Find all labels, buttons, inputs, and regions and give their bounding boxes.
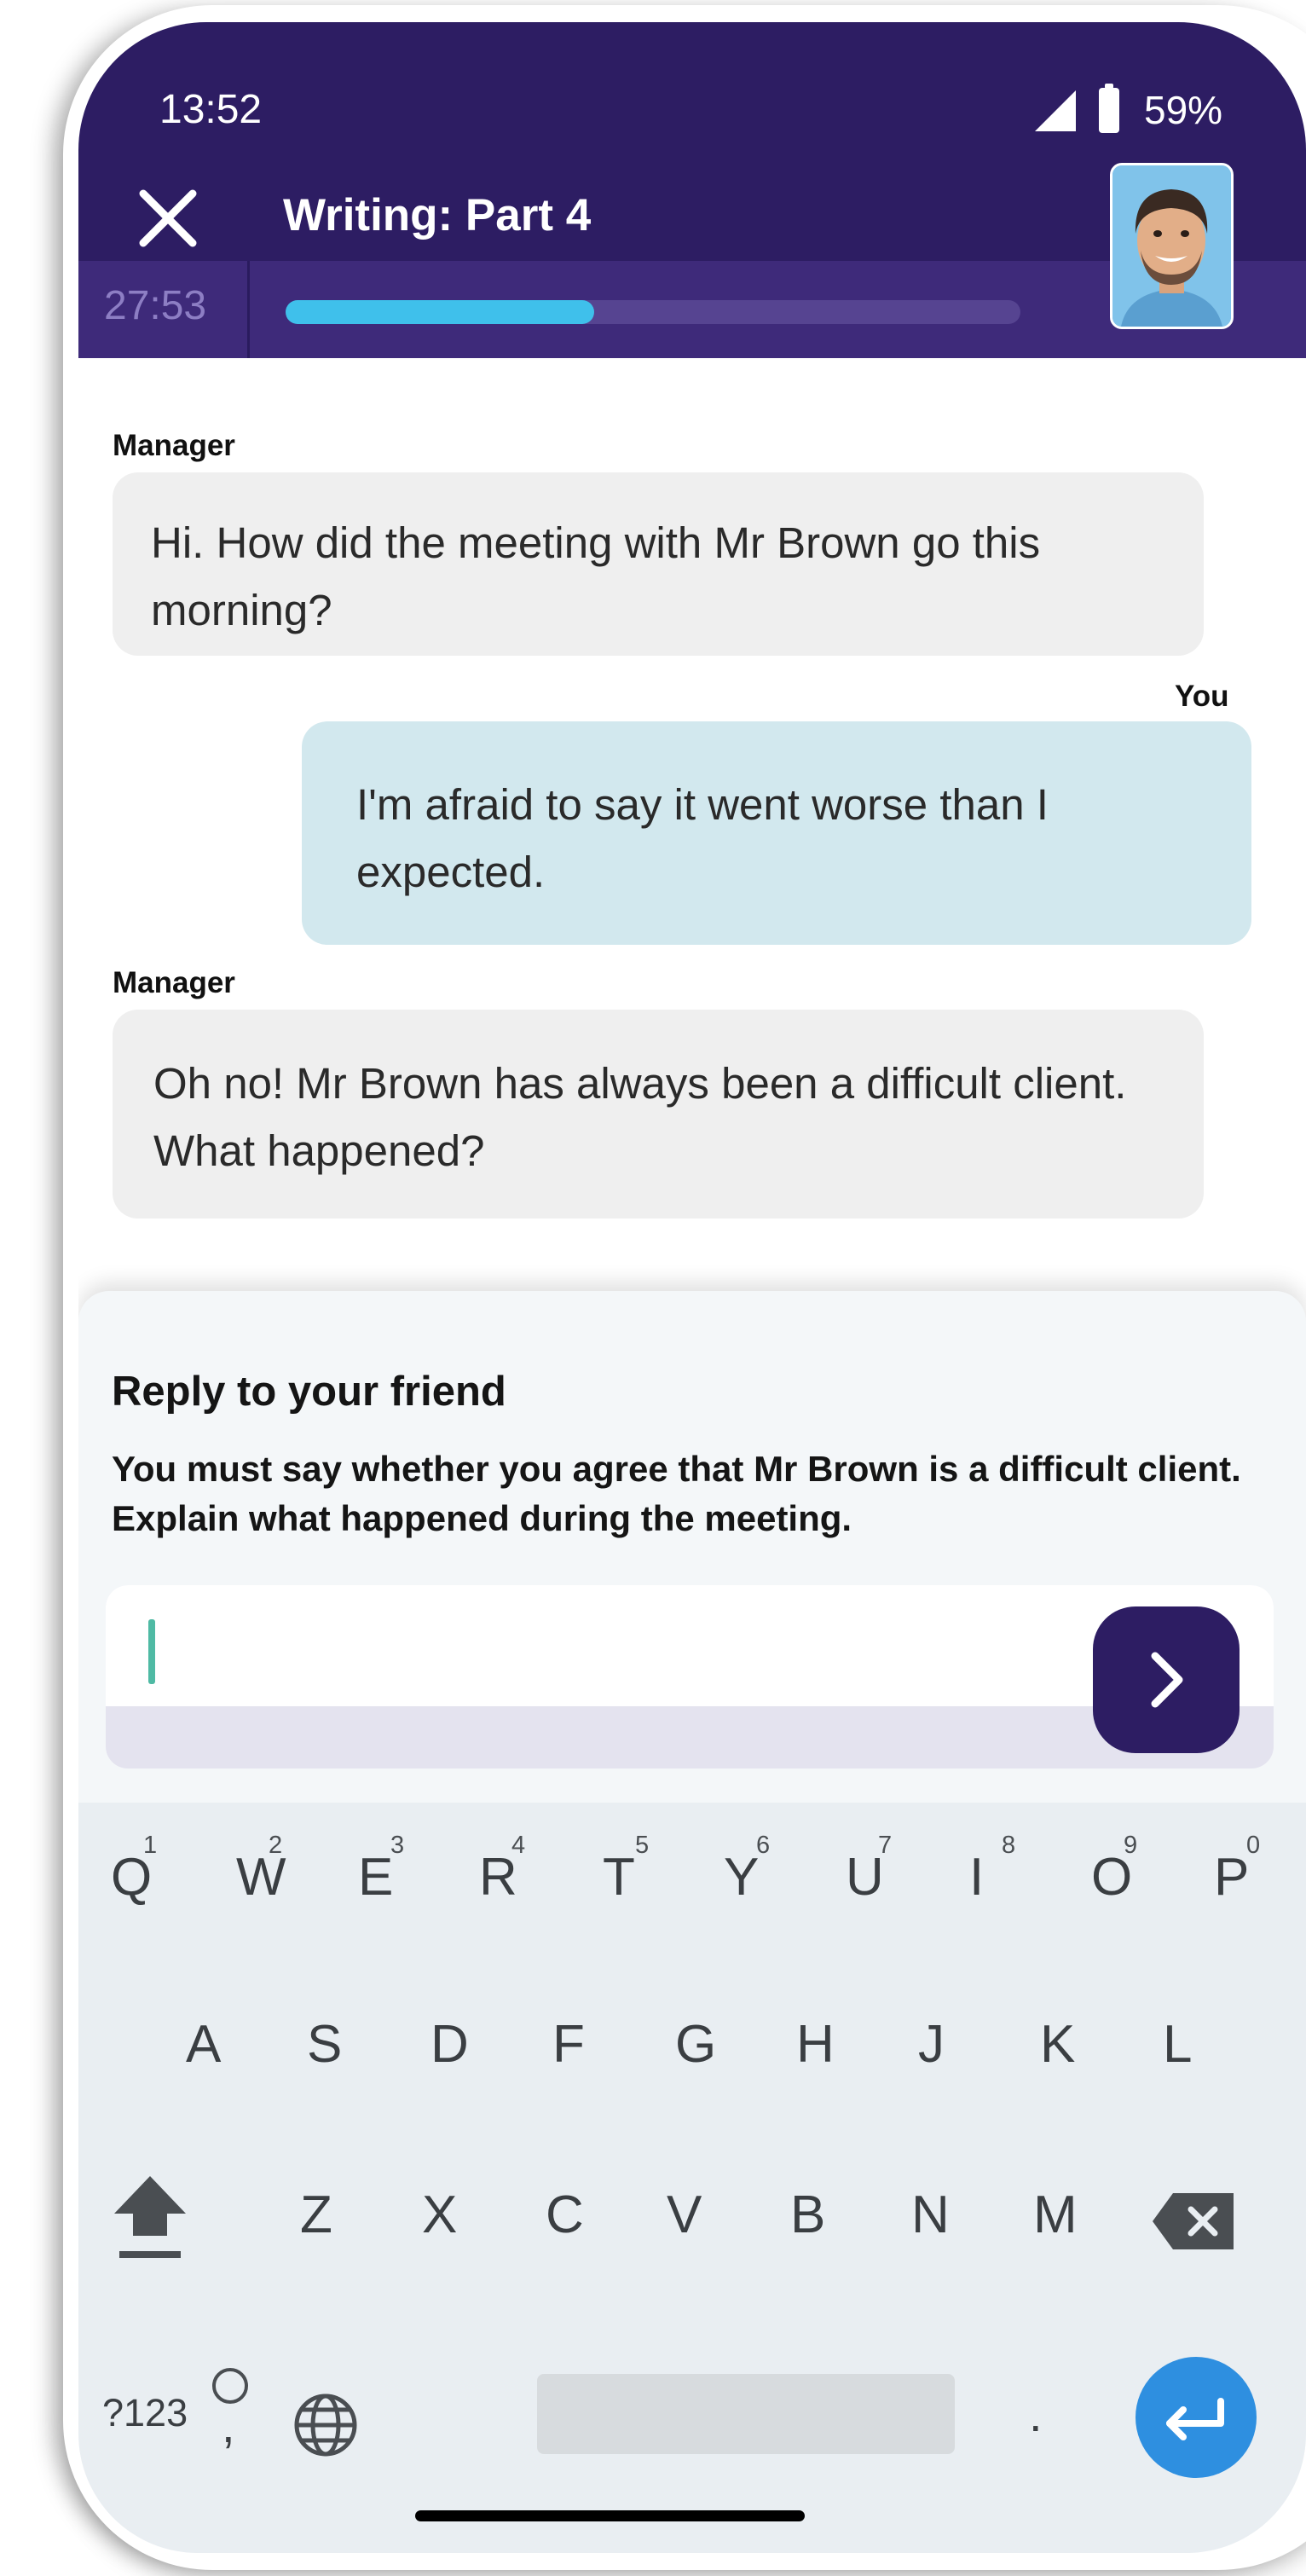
send-button[interactable] (1093, 1606, 1240, 1753)
text-cursor (148, 1619, 155, 1684)
key-d[interactable]: D (431, 2014, 469, 2075)
progress-bar (286, 300, 1020, 324)
signal-icon (1035, 90, 1076, 131)
key-p[interactable]: P (1214, 1847, 1249, 1907)
symbols-key[interactable]: ?123 (102, 2391, 188, 2435)
key-number-hint: 3 (390, 1832, 405, 1859)
key-number-hint: 1 (143, 1832, 158, 1859)
key-v[interactable]: V (667, 2185, 702, 2245)
key-t[interactable]: T (603, 1847, 635, 1907)
period-key[interactable]: . (1029, 2387, 1043, 2442)
key-x[interactable]: X (422, 2185, 457, 2245)
key-k[interactable]: K (1040, 2014, 1075, 2075)
key-s[interactable]: S (307, 2014, 342, 2075)
reply-panel: Reply to your friend You must say whethe… (78, 1291, 1306, 1803)
phone-screen: 13:52 59% Writing: Part 4 27:53 Manager … (78, 22, 1306, 2553)
message-sender: Manager (113, 429, 235, 462)
comma-label: , (222, 2399, 235, 2452)
message-text: Oh no! Mr Brown has always been a diffic… (153, 1059, 1127, 1175)
message-sender: You (1175, 680, 1229, 713)
home-indicator[interactable] (415, 2510, 805, 2521)
countdown-timer: 27:53 (104, 283, 207, 328)
enter-key[interactable] (1136, 2357, 1257, 2478)
key-a[interactable]: A (186, 2014, 221, 2075)
comma-key[interactable]: , (206, 2365, 257, 2459)
key-j[interactable]: J (918, 2014, 945, 2075)
reply-heading: Reply to your friend (112, 1369, 506, 1415)
globe-icon[interactable] (292, 2391, 360, 2459)
divider (247, 261, 250, 358)
key-g[interactable]: G (675, 2014, 716, 2075)
message-text: I'm afraid to say it went worse than I e… (356, 780, 1049, 896)
person-portrait-icon (1112, 165, 1231, 327)
enter-icon (1166, 2398, 1224, 2440)
key-f[interactable]: F (552, 2014, 585, 2075)
key-l[interactable]: L (1163, 2014, 1192, 2075)
key-b[interactable]: B (790, 2185, 825, 2245)
key-i[interactable]: I (969, 1847, 984, 1907)
avatar (1110, 163, 1234, 329)
key-number-hint: 5 (635, 1832, 650, 1859)
close-icon[interactable] (130, 180, 206, 257)
spacebar[interactable] (537, 2374, 955, 2454)
chevron-right-icon (1151, 1652, 1183, 1708)
reply-instruction: You must say whether you agree that Mr B… (112, 1449, 1241, 1538)
key-m[interactable]: M (1033, 2185, 1078, 2245)
message-text: Hi. How did the meeting with Mr Brown go… (151, 518, 1041, 634)
key-h[interactable]: H (796, 2014, 835, 2075)
key-c[interactable]: C (546, 2185, 584, 2245)
status-time: 13:52 (159, 87, 263, 132)
page-title: Writing: Part 4 (283, 190, 592, 240)
key-z[interactable]: Z (300, 2185, 332, 2245)
key-number-hint: 9 (1124, 1832, 1138, 1859)
message-bubble-outgoing: I'm afraid to say it went worse than I e… (302, 721, 1251, 945)
key-number-hint: 0 (1246, 1832, 1261, 1859)
message-bubble-incoming: Oh no! Mr Brown has always been a diffic… (113, 1010, 1204, 1219)
progress-fill (286, 300, 595, 324)
on-screen-keyboard: ?123 , . Q1W2E3R4T5Y6U7I8O9P0ASDFGHJKLZX… (78, 1803, 1306, 2553)
battery-icon (1099, 84, 1119, 133)
battery-percentage: 59% (1144, 88, 1223, 132)
key-number-hint: 2 (269, 1832, 283, 1859)
message-bubble-incoming: Hi. How did the meeting with Mr Brown go… (113, 472, 1204, 656)
key-y[interactable]: Y (724, 1847, 759, 1907)
key-number-hint: 6 (756, 1832, 771, 1859)
key-n[interactable]: N (911, 2185, 950, 2245)
shift-icon[interactable] (111, 2169, 189, 2263)
key-e[interactable]: E (358, 1847, 393, 1907)
backspace-icon[interactable] (1153, 2193, 1234, 2249)
key-number-hint: 8 (1002, 1832, 1016, 1859)
key-number-hint: 7 (878, 1832, 893, 1859)
key-number-hint: 4 (511, 1832, 526, 1859)
app-header: 13:52 59% Writing: Part 4 27:53 (78, 22, 1306, 358)
message-sender: Manager (113, 966, 235, 999)
